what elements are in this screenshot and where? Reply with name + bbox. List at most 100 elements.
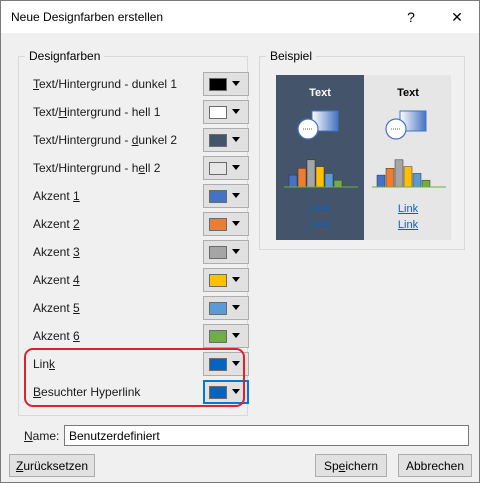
color-picker-accent-4[interactable] bbox=[203, 268, 249, 292]
reset-button[interactable]: Zurücksetzen bbox=[9, 454, 95, 477]
label-part: Text/Hintergrund - h bbox=[33, 161, 139, 175]
color-row-text-bg-dark-2: Text/Hintergrund - dunkel 2 bbox=[33, 128, 249, 152]
sample-bar bbox=[297, 168, 307, 188]
close-button[interactable]: ✕ bbox=[435, 1, 479, 33]
color-row-label: Text/Hintergrund - hell 1 bbox=[33, 105, 160, 119]
dialog: Neue Designfarben erstellen ? ✕ Designfa… bbox=[0, 0, 480, 483]
label-access-key: 2 bbox=[73, 217, 80, 231]
color-row-accent-1: Akzent 1 bbox=[33, 184, 249, 208]
color-row-followed-hyperlink: Besuchter Hyperlink bbox=[33, 380, 249, 404]
save-button-key: e bbox=[338, 458, 346, 473]
color-row-label: Text/Hintergrund - dunkel 1 bbox=[33, 77, 177, 91]
label-access-key: k bbox=[49, 357, 56, 371]
label-part: Akzent bbox=[33, 245, 74, 259]
sample-light-link-2: Link bbox=[397, 219, 419, 231]
color-swatch bbox=[209, 78, 227, 91]
save-button-post: ichern bbox=[345, 458, 379, 473]
color-row-accent-2: Akzent 2 bbox=[33, 212, 249, 236]
label-part: Akzent bbox=[33, 189, 74, 203]
window-title: Neue Designfarben erstellen bbox=[11, 10, 164, 24]
color-swatch bbox=[209, 302, 227, 315]
sample-bar bbox=[306, 159, 316, 188]
color-row-label: Akzent 5 bbox=[33, 301, 80, 315]
label-part: Lin bbox=[33, 357, 50, 371]
color-row-label: Akzent 6 bbox=[33, 329, 80, 343]
color-picker-link[interactable] bbox=[203, 352, 249, 376]
color-row-label: Akzent 2 bbox=[33, 217, 80, 231]
color-swatch bbox=[209, 218, 227, 231]
save-button[interactable]: Sp e ichern bbox=[315, 454, 387, 477]
label-access-key: 4 bbox=[73, 273, 80, 287]
sample-light-panel: Text Link Link bbox=[364, 75, 451, 240]
label-part: ll 2 bbox=[145, 161, 161, 175]
title-bar: Neue Designfarben erstellen ? ✕ bbox=[1, 1, 479, 33]
color-row-label: Akzent 3 bbox=[33, 245, 80, 259]
color-swatch bbox=[209, 190, 227, 203]
color-swatch bbox=[209, 358, 227, 371]
sample-dark-panel: Text Link Link bbox=[276, 75, 364, 240]
sample-legend: Beispiel bbox=[266, 49, 317, 63]
theme-colors-group: Designfarben Text/Hintergrund - dunkel 1… bbox=[18, 49, 249, 416]
chevron-down-icon bbox=[232, 193, 240, 198]
chevron-down-icon bbox=[232, 277, 240, 282]
color-picker-accent-2[interactable] bbox=[203, 212, 249, 236]
label-access-key: 3 bbox=[73, 245, 80, 259]
color-picker-text-bg-light-2[interactable] bbox=[203, 156, 249, 180]
label-access-key: 5 bbox=[73, 301, 80, 315]
chevron-down-icon bbox=[232, 165, 240, 170]
label-access-key: H bbox=[58, 105, 68, 119]
color-row-text-bg-light-1: Text/Hintergrund - hell 1 bbox=[33, 100, 249, 124]
sample-dark-link-2: Link bbox=[309, 219, 331, 231]
color-picker-accent-3[interactable] bbox=[203, 240, 249, 264]
label-access-key: 6 bbox=[73, 329, 80, 343]
color-picker-accent-5[interactable] bbox=[203, 296, 249, 320]
help-button[interactable]: ? bbox=[389, 1, 433, 33]
sample-bar bbox=[412, 173, 422, 188]
color-row-label: Besuchter Hyperlink bbox=[33, 385, 140, 399]
color-picker-followed-hyperlink[interactable] bbox=[203, 380, 249, 404]
color-swatch bbox=[209, 246, 227, 259]
sample-dark-link-1: Link bbox=[309, 203, 331, 215]
name-label-key: N bbox=[24, 429, 33, 443]
color-row-text-bg-dark-1: Text/Hintergrund - dunkel 1 bbox=[33, 72, 249, 96]
reset-button-rest: urücksetzen bbox=[23, 458, 89, 473]
chevron-down-icon bbox=[232, 221, 240, 226]
label-part: unkel 2 bbox=[138, 133, 178, 147]
color-swatch bbox=[209, 134, 227, 147]
sample-group: Beispiel Text Link Link Text Link Link bbox=[259, 49, 465, 250]
color-row-label: Text/Hintergrund - hell 2 bbox=[33, 161, 160, 175]
color-row-label: Akzent 4 bbox=[33, 273, 80, 287]
label-access-key: B bbox=[33, 385, 42, 399]
sample-bar bbox=[324, 173, 334, 188]
cancel-button[interactable]: Abbrechen bbox=[398, 454, 472, 477]
sample-dark-graphics bbox=[284, 110, 358, 188]
reset-button-key: Z bbox=[15, 458, 24, 473]
sample-bar bbox=[403, 166, 413, 188]
chevron-down-icon bbox=[232, 361, 240, 366]
color-picker-accent-6[interactable] bbox=[203, 324, 249, 348]
sample-preview: Text Link Link Text Link Link bbox=[276, 75, 451, 240]
label-part: Akzent bbox=[33, 273, 74, 287]
color-swatch bbox=[209, 106, 227, 119]
color-swatch bbox=[209, 330, 227, 343]
label-part: Akzent bbox=[33, 329, 74, 343]
name-input[interactable] bbox=[64, 425, 469, 446]
color-row-accent-6: Akzent 6 bbox=[33, 324, 249, 348]
color-row-accent-5: Akzent 5 bbox=[33, 296, 249, 320]
chevron-down-icon bbox=[232, 305, 240, 310]
label-part: Akzent bbox=[33, 301, 74, 315]
color-picker-text-bg-dark-1[interactable] bbox=[203, 72, 249, 96]
color-picker-accent-1[interactable] bbox=[203, 184, 249, 208]
sample-bar bbox=[394, 159, 404, 188]
color-picker-text-bg-dark-2[interactable] bbox=[203, 128, 249, 152]
color-picker-text-bg-light-1[interactable] bbox=[203, 100, 249, 124]
label-part: intergrund - hell 1 bbox=[67, 105, 161, 119]
sample-bar bbox=[385, 168, 395, 188]
name-label-rest: ame: bbox=[32, 429, 60, 443]
name-label: Name: bbox=[24, 429, 59, 443]
color-row-accent-3: Akzent 3 bbox=[33, 240, 249, 264]
color-swatch bbox=[209, 386, 227, 399]
label-part: esuchter Hyperlink bbox=[41, 385, 141, 399]
color-row-label: Akzent 1 bbox=[33, 189, 80, 203]
sample-light-link-1: Link bbox=[397, 203, 419, 215]
